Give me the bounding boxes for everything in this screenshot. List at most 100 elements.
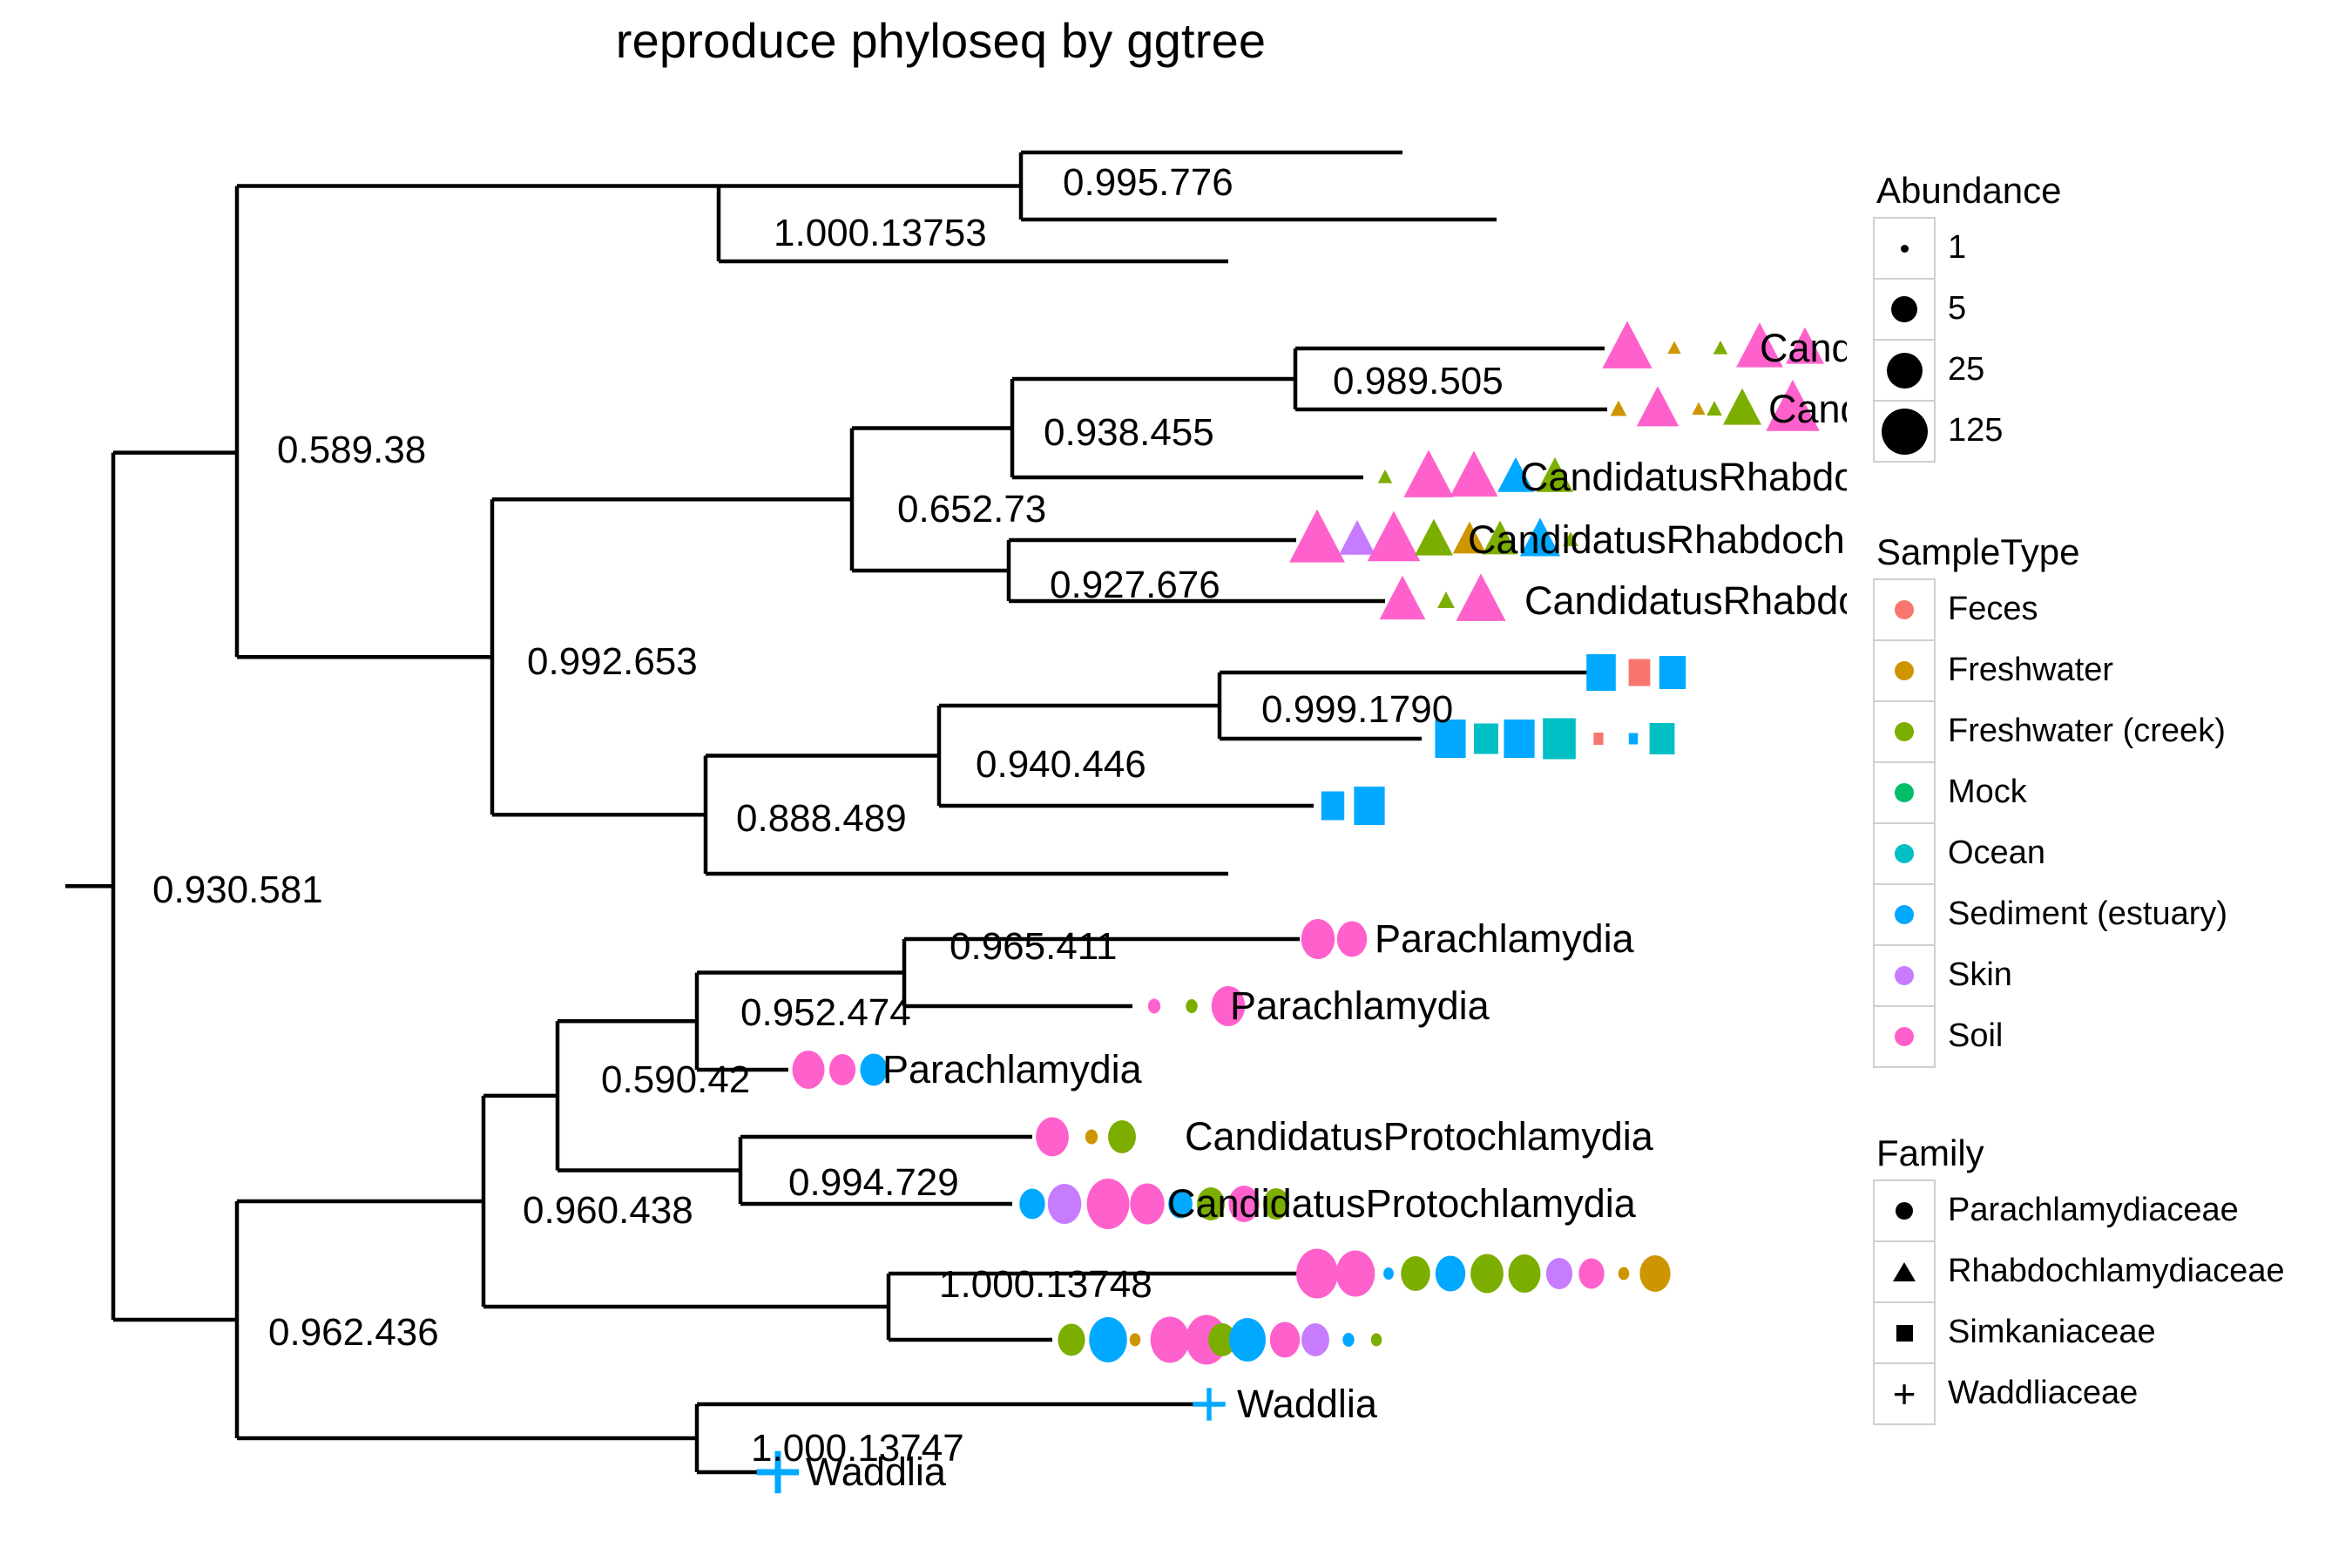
abundance-point	[1335, 1250, 1375, 1297]
legend-sampletype-item[interactable]: Sediment (estuary)	[1873, 883, 2227, 946]
abundance-point	[828, 1054, 856, 1085]
abundance-point	[1336, 921, 1368, 957]
legend-sampletype-label: Freshwater	[1948, 651, 2114, 688]
abundance-size-dot-icon	[1881, 408, 1928, 455]
abundance-point	[1470, 1254, 1504, 1294]
legend-family-item[interactable]: Parachlamydiaceae	[1873, 1179, 2285, 1242]
abundance-point	[1435, 1255, 1466, 1292]
legend-sampletype-label: Mock	[1948, 773, 2027, 810]
legend-sampletype-item[interactable]: Skin	[1873, 944, 2227, 1007]
abundance-point	[1047, 1184, 1082, 1224]
legend-abundance-item[interactable]: 5	[1873, 278, 2062, 341]
legend-sampletype-keys: Feces Freshwater Freshwater (creek) Mock Oce…	[1873, 578, 2227, 1068]
abundance-point	[1108, 1120, 1136, 1153]
legend-family-item[interactable]: Rhabdochlamydiaceae	[1873, 1240, 2285, 1303]
node-label: 1.000.13748	[939, 1263, 1152, 1306]
legends-container: Abundance 1 5 25 125 SampleType Feces Freshw…	[1873, 0, 2352, 1568]
abundance-point	[1586, 654, 1616, 691]
abundance-point	[1628, 733, 1639, 745]
legend-sampletype-swatch	[1873, 700, 1936, 763]
legend-family-label: Parachlamydiaceae	[1948, 1191, 2239, 1228]
tip-label: CandidatusRhabdochlamydia	[1524, 578, 1847, 623]
node-label: 0.994.729	[788, 1161, 959, 1204]
abundance-point	[1639, 1255, 1671, 1292]
abundance-point	[1508, 1254, 1541, 1293]
legend-family: Family Parachlamydiaceae Rhabdochlamydiac…	[1873, 1132, 2285, 1425]
node-label: 0.992.653	[527, 640, 698, 683]
legend-abundance-keys: 1 5 25 125	[1873, 217, 2062, 463]
legend-sampletype-label: Ocean	[1948, 834, 2045, 871]
legend-abundance-swatch	[1873, 217, 1936, 280]
abundance-point	[1403, 449, 1454, 497]
legend-abundance-item[interactable]: 125	[1873, 400, 2062, 463]
legend-abundance-label: 25	[1948, 350, 1985, 388]
node-label: 1.000.13753	[774, 212, 987, 254]
legend-sampletype-item[interactable]: Freshwater	[1873, 639, 2227, 702]
abundance-point	[1019, 1188, 1045, 1220]
tip-label: CandidatusRhabdochlamydia	[1520, 455, 1847, 499]
legend-abundance-item[interactable]: 25	[1873, 339, 2062, 402]
node-label: 0.962.436	[268, 1311, 439, 1354]
legend-family-label: Simkaniaceae	[1948, 1313, 2156, 1350]
abundance-point	[1649, 723, 1675, 754]
square-marker-icon	[1896, 1324, 1913, 1342]
legend-abundance-swatch	[1873, 339, 1936, 402]
node-label: 0.938.455	[1044, 411, 1214, 454]
circle-marker-icon	[1896, 1202, 1913, 1220]
abundance-point	[1186, 999, 1198, 1013]
abundance-point	[1379, 575, 1426, 620]
abundance-point	[1342, 1333, 1355, 1347]
sampletype-color-dot-icon	[1895, 722, 1914, 741]
tree-panel: CandidatusRhabdochlamydia CandidatusRhabd…	[0, 0, 1847, 1568]
abundance-point	[1086, 1179, 1130, 1229]
abundance-point	[1602, 321, 1652, 368]
abundance-point	[1628, 659, 1651, 686]
abundance-point	[1229, 1318, 1266, 1362]
legend-family-item[interactable]: + Waddliaceae	[1873, 1362, 2285, 1425]
legend-sampletype-swatch	[1873, 883, 1936, 946]
sampletype-color-dot-icon	[1895, 661, 1914, 680]
legend-sampletype-item[interactable]: Freshwater (creek)	[1873, 700, 2227, 763]
legend-abundance-label: 1	[1948, 228, 1967, 266]
legend-family-swatch	[1873, 1301, 1936, 1364]
plus-marker-icon: +	[1892, 1370, 1916, 1416]
legend-family-item[interactable]: Simkaniaceae	[1873, 1301, 2285, 1364]
abundance-point	[1593, 733, 1604, 745]
abundance-point	[1296, 1248, 1338, 1299]
legend-abundance-item[interactable]: 1	[1873, 217, 2062, 280]
legend-sampletype-item[interactable]: Feces	[1873, 578, 2227, 641]
sampletype-color-dot-icon	[1895, 966, 1914, 985]
abundance-point	[1692, 402, 1706, 416]
tip-label: CandidatusRhabdochlamydia	[1768, 387, 1847, 431]
sampletype-color-dot-icon	[1895, 600, 1914, 619]
legend-family-title: Family	[1876, 1132, 1984, 1173]
abundance-point	[1301, 1323, 1329, 1356]
abundance-point	[1370, 1333, 1382, 1347]
sampletype-color-dot-icon	[1895, 1027, 1914, 1046]
abundance-point	[1610, 400, 1627, 416]
abundance-point	[1377, 469, 1393, 483]
legend-sampletype-label: Freshwater (creek)	[1948, 712, 2226, 749]
tip-label: CandidatusRhabdochlamydia	[1760, 326, 1847, 370]
node-label: 0.927.676	[1050, 564, 1220, 606]
sampletype-color-dot-icon	[1895, 905, 1914, 924]
tip-label: CandidatusProtochlamydia	[1167, 1181, 1636, 1226]
triangle-marker-icon	[1893, 1262, 1916, 1281]
legend-sampletype-item[interactable]: Mock	[1873, 761, 2227, 824]
abundance-point	[1450, 450, 1498, 497]
legend-sampletype-item[interactable]: Soil	[1873, 1005, 2227, 1068]
abundance-point	[1193, 1388, 1226, 1421]
abundance-point	[1618, 1267, 1630, 1281]
abundance-point	[1036, 1117, 1069, 1157]
abundance-point	[1415, 518, 1453, 556]
legend-sampletype-item[interactable]: Ocean	[1873, 822, 2227, 885]
tip-label: Parachlamydia	[1375, 916, 1634, 961]
abundance-size-dot-icon	[1900, 244, 1909, 253]
legend-family-swatch	[1873, 1179, 1936, 1242]
sampletype-color-dot-icon	[1895, 844, 1914, 863]
abundance-point	[1269, 1321, 1301, 1358]
abundance-point	[1707, 401, 1722, 416]
legend-family-keys: Parachlamydiaceae Rhabdochlamydiaceae Simk…	[1873, 1179, 2285, 1425]
abundance-point	[1354, 787, 1385, 825]
abundance-point	[792, 1051, 825, 1089]
